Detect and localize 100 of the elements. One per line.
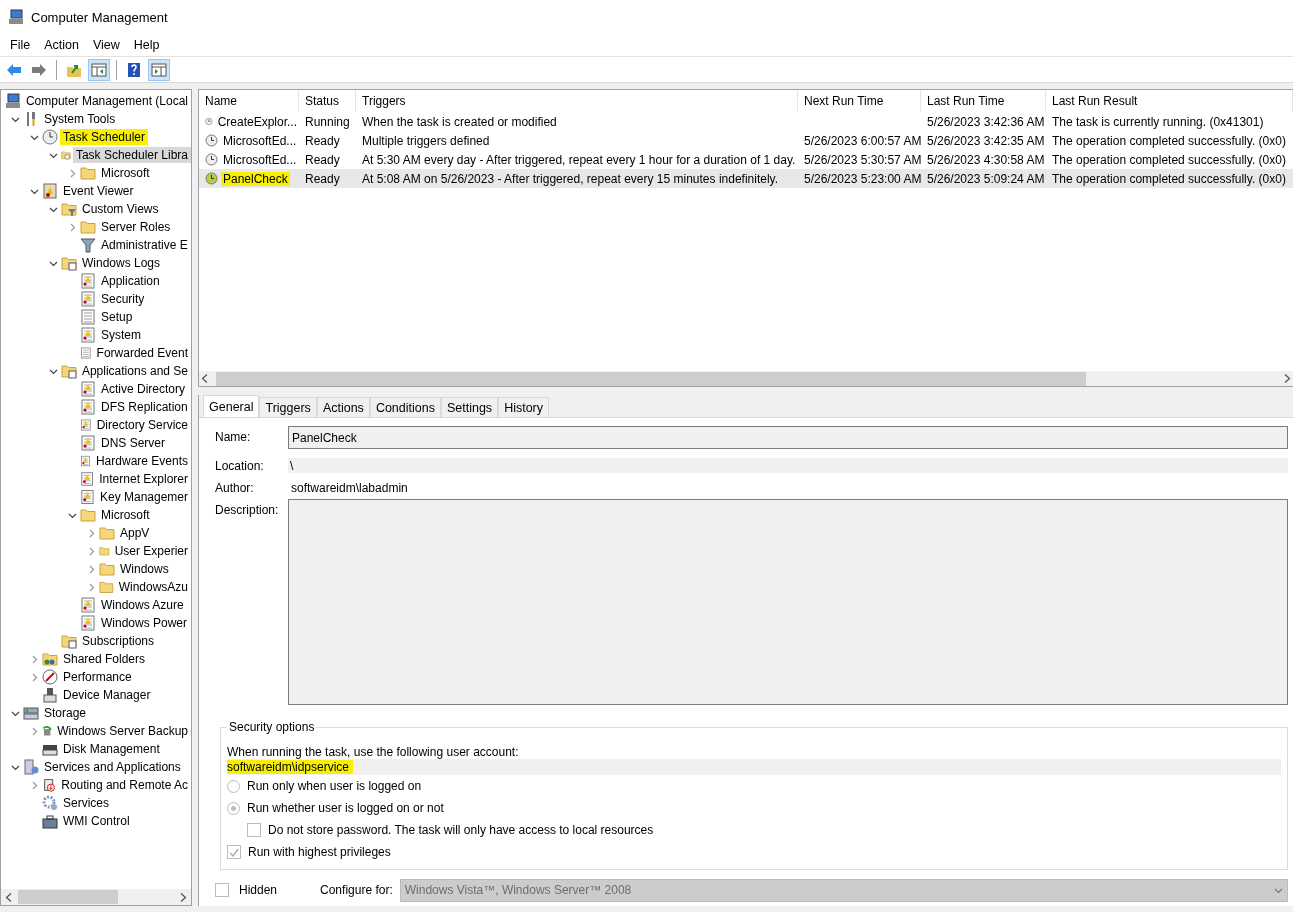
tree-item[interactable]: Storage bbox=[41, 705, 90, 721]
account-prompt: When running the task, use the following user account: bbox=[227, 744, 520, 759]
task-name[interactable]: MicrosoftEd... bbox=[221, 133, 299, 148]
tree-item[interactable]: Active Directory bbox=[98, 381, 189, 397]
description-field[interactable] bbox=[288, 499, 1288, 705]
log-icon bbox=[80, 435, 96, 451]
tree-item[interactable]: Windows Server Backup bbox=[54, 723, 191, 739]
checkbox[interactable] bbox=[247, 823, 261, 837]
name-field[interactable]: PanelCheck bbox=[288, 426, 1288, 449]
tree-item[interactable]: Application bbox=[98, 273, 163, 289]
tree-item[interactable]: AppV bbox=[117, 525, 153, 541]
menu-item[interactable]: Help bbox=[126, 38, 167, 52]
tree-item[interactable]: DNS Server bbox=[98, 435, 168, 451]
log-icon bbox=[80, 597, 96, 613]
log-icon bbox=[80, 615, 96, 631]
folder-icon bbox=[99, 525, 115, 541]
gear-icon bbox=[42, 795, 58, 811]
storage-icon bbox=[23, 705, 39, 721]
table-cell: Running bbox=[305, 114, 350, 129]
tree-item[interactable]: Windows Logs bbox=[79, 255, 164, 271]
tree-item[interactable]: Event Viewer bbox=[60, 183, 137, 199]
computer-management-icon bbox=[8, 9, 24, 25]
clock-icon bbox=[42, 129, 58, 145]
tab[interactable]: Actions bbox=[316, 397, 370, 417]
tree-item[interactable]: Windows Azure bbox=[98, 597, 187, 613]
tree-item[interactable]: Forwarded Event bbox=[93, 345, 191, 361]
tree-item[interactable]: Subscriptions bbox=[79, 633, 158, 649]
radio-button[interactable] bbox=[227, 779, 240, 793]
field-label: Author: bbox=[215, 480, 255, 495]
tree-item[interactable]: Directory Service bbox=[93, 417, 191, 433]
tree-item[interactable]: System bbox=[98, 327, 144, 343]
horizontal-scrollbar[interactable] bbox=[1, 889, 191, 905]
menu-item[interactable]: File bbox=[3, 38, 38, 52]
toolbar-button[interactable] bbox=[148, 58, 170, 81]
horizontal-scrollbar[interactable] bbox=[199, 371, 1293, 386]
table-cell: 5/26/2023 5:23:00 AM bbox=[804, 171, 922, 186]
tree-item[interactable]: Applications and Se bbox=[78, 363, 191, 379]
tree-item[interactable]: Shared Folders bbox=[60, 651, 149, 667]
folder-icon bbox=[80, 219, 96, 235]
tree-item[interactable]: DFS Replication bbox=[98, 399, 191, 415]
scroll-left-icon[interactable] bbox=[201, 374, 208, 383]
tree-item[interactable]: User Experier bbox=[111, 543, 191, 559]
tree-item[interactable]: Routing and Remote Ac bbox=[58, 777, 191, 793]
folder-icon bbox=[80, 165, 96, 181]
tab[interactable]: History bbox=[498, 397, 550, 417]
clock-icon bbox=[205, 115, 213, 128]
log-icon bbox=[80, 489, 95, 505]
log-icon bbox=[80, 381, 96, 397]
tree-item[interactable]: WMI Control bbox=[60, 813, 133, 829]
tab[interactable]: Triggers bbox=[259, 397, 317, 417]
tree-item[interactable]: Administrative E bbox=[98, 237, 191, 253]
tab[interactable]: Settings bbox=[440, 397, 499, 417]
tree-item[interactable]: Microsoft bbox=[98, 165, 153, 181]
option-label: Run whether user is logged on or not bbox=[247, 801, 444, 815]
tree-item[interactable]: Device Manager bbox=[60, 687, 154, 703]
tree-item[interactable]: WindowsAzu bbox=[115, 579, 191, 595]
task-name[interactable]: CreateExplor... bbox=[215, 114, 299, 129]
tree-item[interactable]: Setup bbox=[98, 309, 136, 325]
radio-button[interactable] bbox=[227, 801, 240, 815]
task-name[interactable]: MicrosoftEd... bbox=[221, 152, 299, 167]
checkbox[interactable] bbox=[227, 845, 241, 859]
folder-log-icon bbox=[61, 363, 77, 379]
tree-item[interactable]: Windows Power bbox=[98, 615, 191, 631]
tree-item[interactable]: System Tools bbox=[41, 111, 119, 127]
folder-icon bbox=[99, 561, 115, 577]
toolbar-button[interactable] bbox=[88, 58, 110, 81]
checkbox[interactable] bbox=[215, 883, 229, 897]
tab[interactable]: Conditions bbox=[369, 397, 441, 417]
tree-item[interactable]: Microsoft bbox=[98, 507, 153, 523]
author-value: softwareidm\labadmin bbox=[290, 480, 408, 495]
tree-item[interactable]: Server Roles bbox=[98, 219, 174, 235]
tree-item[interactable]: Internet Explorer bbox=[96, 471, 191, 487]
device-icon bbox=[42, 687, 58, 703]
option-label: Run with highest privileges bbox=[248, 845, 391, 859]
log-icon bbox=[80, 399, 96, 415]
toolbox-icon bbox=[42, 813, 58, 829]
tree-item[interactable]: Windows bbox=[117, 561, 172, 577]
log-icon bbox=[80, 471, 95, 487]
tree-item[interactable]: Disk Management bbox=[60, 741, 163, 757]
user-account-value: softwareidm\idpservice bbox=[227, 760, 354, 774]
scroll-right-icon[interactable] bbox=[1284, 374, 1291, 383]
tree-item[interactable]: Computer Management (Local bbox=[22, 93, 191, 109]
tree-item[interactable]: Performance bbox=[60, 669, 135, 685]
tree-item[interactable]: Services and Applications bbox=[41, 759, 184, 775]
tree-item[interactable]: Key Managemer bbox=[96, 489, 191, 505]
menu-item[interactable]: View bbox=[85, 38, 127, 52]
scroll-left-icon[interactable] bbox=[5, 892, 12, 902]
tab[interactable]: General bbox=[203, 395, 260, 417]
tree-item[interactable]: Security bbox=[98, 291, 148, 307]
tree-item[interactable]: Hardware Events bbox=[92, 453, 191, 469]
tree-item[interactable]: Services bbox=[60, 795, 112, 811]
tree-item[interactable]: Task Scheduler bbox=[60, 129, 149, 145]
scroll-right-icon[interactable] bbox=[180, 892, 187, 902]
tree-item[interactable]: Task Scheduler Libra bbox=[72, 147, 191, 163]
task-name[interactable]: PanelCheck bbox=[221, 171, 290, 186]
table-cell: The operation completed successfully. (0x0) bbox=[1052, 171, 1286, 186]
folder-icon bbox=[99, 579, 114, 595]
router-icon bbox=[42, 777, 57, 793]
menu-item[interactable]: Action bbox=[37, 38, 86, 52]
tree-item[interactable]: Custom Views bbox=[79, 201, 162, 217]
